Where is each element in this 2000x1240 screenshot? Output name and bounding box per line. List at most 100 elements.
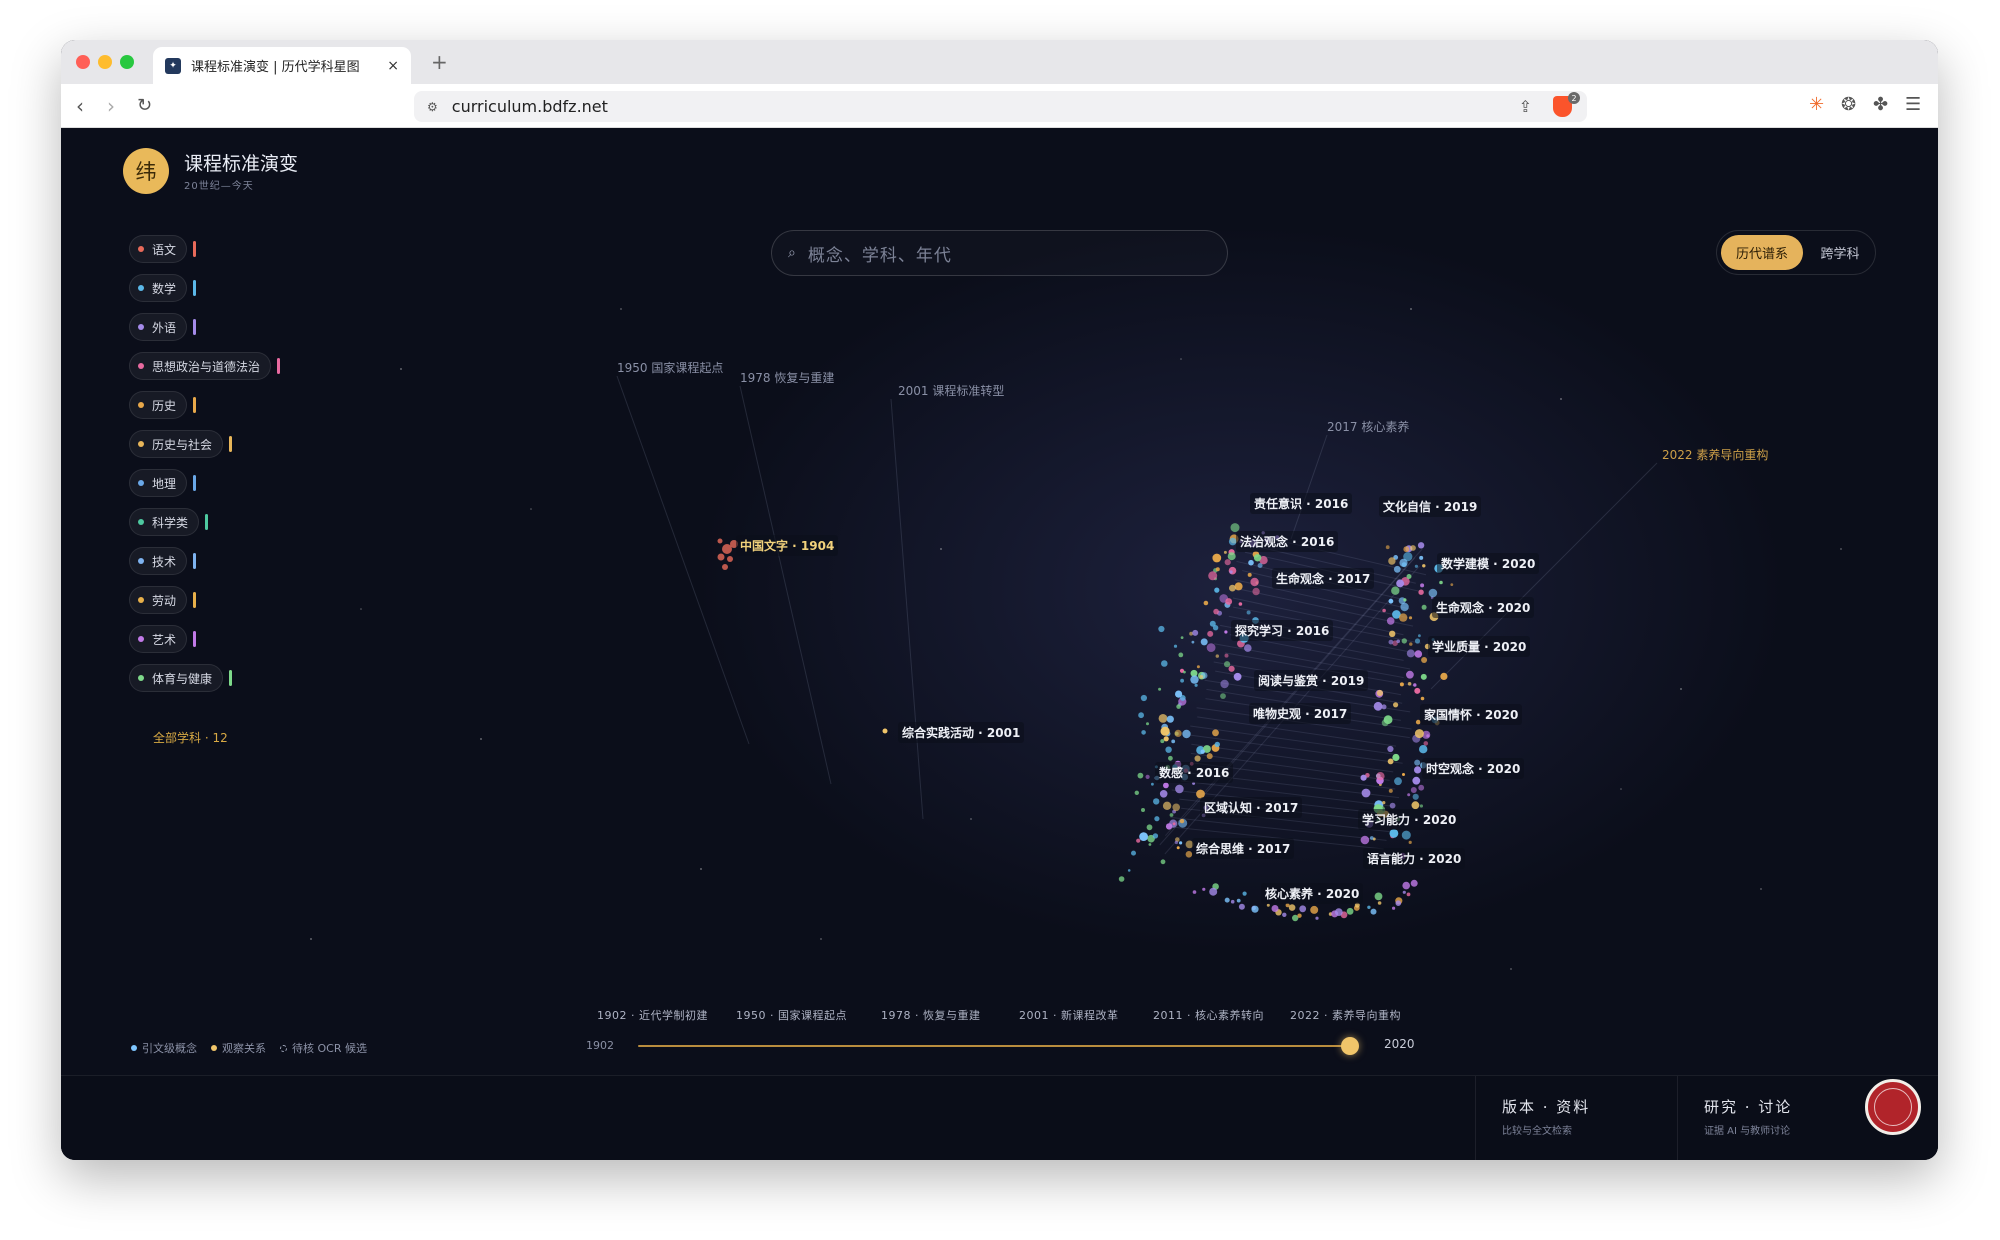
concept-node[interactable] [1207,630,1214,637]
concept-node[interactable] [1315,916,1319,920]
concept-node[interactable] [1423,741,1429,746]
node-label[interactable]: 法治观念 · 2016 [1236,531,1339,552]
node-label[interactable]: 综合实践活动 · 2001 [898,722,1025,743]
concept-node[interactable] [882,728,888,734]
concept-node[interactable] [1224,661,1231,668]
concept-node[interactable] [1413,683,1417,687]
concept-node[interactable] [717,538,723,544]
concept-node[interactable] [1401,638,1408,644]
concept-node[interactable] [1401,830,1411,840]
concept-node[interactable] [1440,672,1448,681]
concept-node[interactable] [1162,801,1172,810]
concept-node[interactable] [1234,582,1243,591]
concept-node[interactable] [1182,729,1191,739]
concept-node[interactable] [1213,608,1219,615]
concept-node[interactable] [1215,654,1220,658]
concept-node[interactable] [1420,673,1427,680]
concept-node[interactable] [1191,640,1195,644]
concept-node[interactable] [1200,638,1208,646]
concept-node[interactable] [1282,912,1287,917]
concept-node[interactable] [1158,714,1168,723]
concept-node[interactable] [1367,905,1371,909]
concept-node[interactable] [1399,558,1408,567]
concept-node[interactable] [1392,906,1396,910]
node-label[interactable]: 综合思维 · 2017 [1192,838,1295,859]
concept-node[interactable] [1414,729,1424,739]
concept-node[interactable] [1200,749,1205,754]
concept-node[interactable] [1388,598,1394,604]
node-label[interactable]: 生命观念 · 2020 [1432,597,1535,618]
concept-node[interactable] [1228,566,1237,575]
concept-node[interactable] [1138,712,1144,719]
node-label[interactable]: 责任意识 · 2016 [1250,493,1353,514]
concept-node[interactable] [1171,739,1176,744]
concept-node[interactable] [1209,887,1218,896]
concept-node[interactable] [1406,892,1411,897]
concept-node[interactable] [1194,683,1198,687]
concept-node[interactable] [1388,557,1396,565]
concept-node[interactable] [1407,793,1411,797]
concept-node[interactable] [1387,745,1394,753]
browser-tab[interactable]: ✦ 课程标准演变 | 历代学科星图 × [153,47,411,84]
concept-node[interactable] [1152,833,1159,839]
concept-node[interactable] [1403,546,1410,553]
concept-node[interactable] [1310,905,1319,914]
concept-node[interactable] [1203,600,1209,606]
concept-node[interactable] [1420,583,1425,588]
concept-node[interactable] [1146,824,1153,831]
concept-node[interactable] [1163,782,1169,789]
concept-node[interactable] [1179,841,1183,845]
concept-node[interactable] [1169,813,1174,817]
concept-node[interactable] [1421,657,1428,663]
concept-node[interactable] [1179,818,1185,824]
node-label[interactable]: 中国文字 · 1904 [736,535,839,556]
zoom-window-button[interactable] [120,55,134,69]
concept-node[interactable] [1208,571,1218,581]
concept-node[interactable] [1223,550,1227,554]
concept-node[interactable] [727,556,733,562]
concept-node[interactable] [1215,567,1220,572]
concept-node[interactable] [1194,755,1201,762]
concept-node[interactable] [1251,905,1259,913]
concept-node[interactable] [1161,660,1168,667]
concept-node[interactable] [1419,745,1428,754]
concept-node[interactable] [1297,913,1302,918]
concept-node[interactable] [1402,881,1410,890]
concept-node[interactable] [1266,903,1270,907]
node-label[interactable]: 学习能力 · 2020 [1358,809,1461,830]
forward-icon[interactable]: › [107,94,115,118]
concept-node[interactable] [1410,879,1418,887]
concept-node[interactable] [1391,586,1400,595]
concept-node[interactable] [1154,816,1160,822]
timeline-era[interactable]: 1950 · 国家课程起点 [736,1007,847,1023]
concept-node[interactable] [1408,840,1412,845]
reload-icon[interactable]: ↻ [137,95,152,116]
concept-node[interactable] [1247,572,1252,577]
concept-node[interactable] [1414,759,1421,766]
concept-node[interactable] [1153,798,1160,805]
concept-node[interactable] [1192,890,1197,894]
versions-link[interactable]: 版本 · 资料 比较与全文检索 [1475,1076,1677,1160]
concept-node[interactable] [1159,790,1168,798]
timeline-era[interactable]: 2022 · 素养导向重构 [1290,1007,1401,1023]
concept-node[interactable] [1228,665,1235,672]
concept-node[interactable] [1385,545,1390,550]
concept-node[interactable] [1165,823,1173,830]
concept-node[interactable] [1414,650,1423,658]
concept-node[interactable] [1175,690,1183,698]
concept-node[interactable] [1140,694,1147,702]
concept-node[interactable] [1406,574,1412,579]
concept-node[interactable] [1253,554,1262,562]
concept-node[interactable] [1227,552,1236,561]
concept-node[interactable] [1257,563,1263,568]
concept-node[interactable] [1334,908,1343,916]
close-tab-icon[interactable]: × [387,58,399,74]
concept-node[interactable] [1387,758,1394,765]
concept-node[interactable] [1392,753,1400,762]
concept-node[interactable] [1402,890,1406,894]
concept-node[interactable] [1422,564,1426,568]
concept-node[interactable] [1220,693,1226,699]
concept-node[interactable] [1158,687,1162,691]
timeline-era[interactable]: 2011 · 核心素养转向 [1153,1007,1264,1023]
concept-node[interactable] [1407,682,1412,686]
